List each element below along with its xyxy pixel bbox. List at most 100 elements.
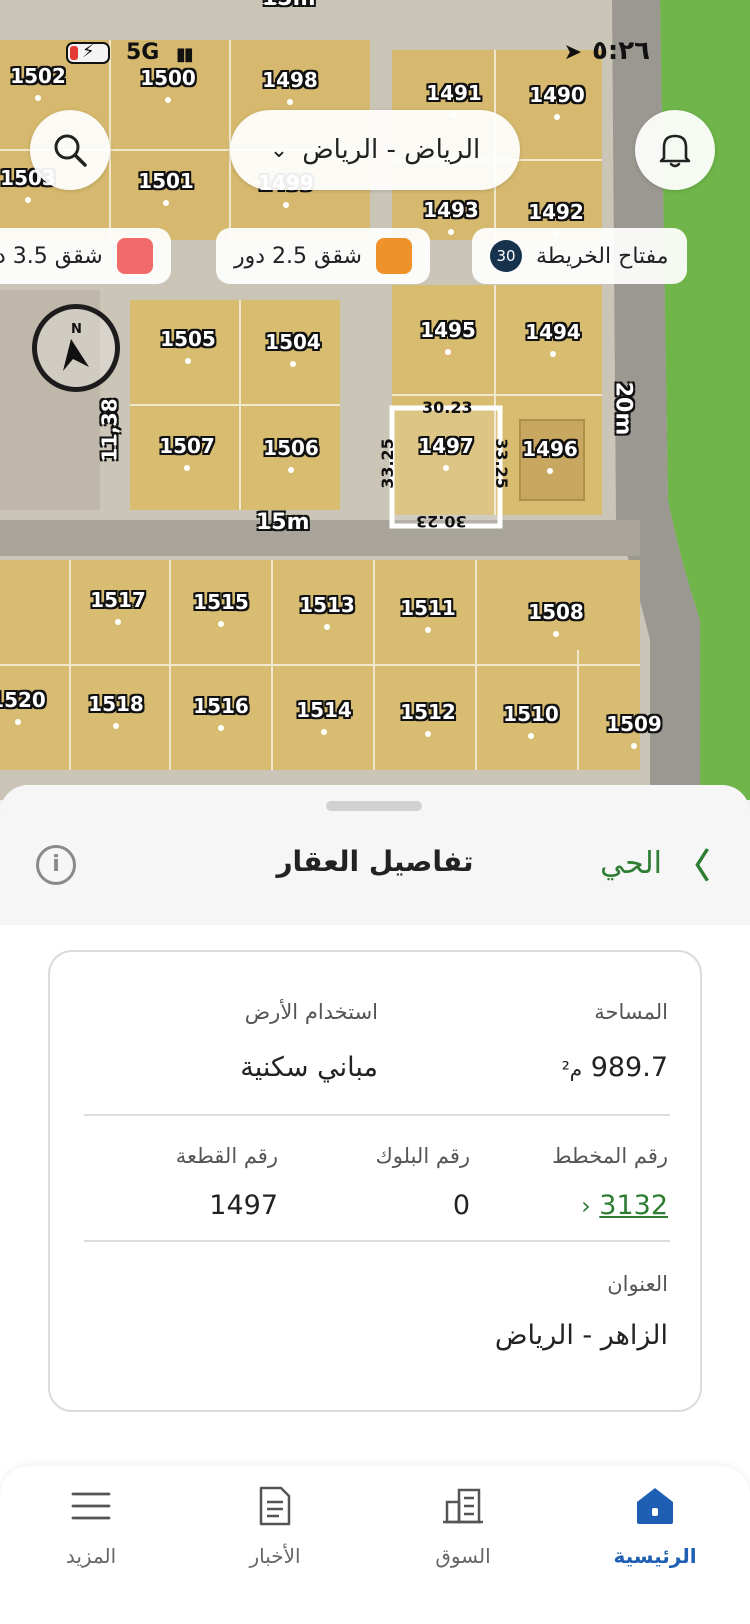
clock: ٥:٢٦	[591, 36, 650, 66]
newspaper-icon	[259, 1486, 291, 1526]
notifications-button[interactable]	[635, 110, 715, 190]
area-label: المساحة	[594, 1000, 668, 1024]
map-key-count-badge: 30	[490, 240, 522, 272]
bell-icon	[659, 134, 691, 168]
nav-market-label: السوق	[435, 1544, 491, 1568]
area-value: 989.7 م²	[561, 1052, 668, 1083]
nav-market[interactable]: السوق	[398, 1476, 528, 1568]
nav-home-label: الرئيسية	[613, 1544, 697, 1568]
address-value: الزاهر - الرياض	[494, 1320, 668, 1351]
plot-number-label[interactable]: 1493	[423, 198, 479, 222]
plot-number-value: 1497	[209, 1190, 278, 1221]
plot-marker-dot	[547, 468, 553, 474]
menu-icon	[71, 1492, 111, 1520]
battery-icon: ⚡	[66, 41, 110, 64]
sheet-header: i تفاصيل العقار 〉 الحي	[0, 825, 750, 920]
plot-marker-dot	[15, 719, 21, 725]
plot-number-label[interactable]: 1506	[263, 436, 319, 460]
plot-number-label[interactable]: 1518	[88, 692, 144, 716]
block-number-label: رقم البلوك	[375, 1144, 470, 1168]
search-button[interactable]	[30, 110, 110, 190]
plot-number-label[interactable]: 1510	[503, 702, 559, 726]
plot-marker-dot	[528, 733, 534, 739]
location-arrow-icon: ➤	[563, 40, 582, 65]
plot-marker-dot	[290, 361, 296, 367]
plot-number-label[interactable]: 1505	[160, 327, 216, 351]
buildings-icon	[443, 1488, 483, 1524]
plot-marker-dot	[287, 99, 293, 105]
sheet-drag-handle[interactable]	[326, 801, 422, 811]
plot-marker-dot	[283, 202, 289, 208]
plot-number-label[interactable]: 1514	[296, 698, 352, 722]
plot-marker-dot	[554, 114, 560, 120]
plot-top-width: 30.23	[422, 398, 473, 417]
legend-label: شقق 2.5 دور	[234, 243, 362, 269]
plot-number-label[interactable]: 1512	[400, 700, 456, 724]
plot-number-label[interactable]: 1507	[159, 434, 215, 458]
compass[interactable]: N	[32, 304, 120, 392]
nav-more[interactable]: المزيد	[26, 1476, 156, 1568]
plot-marker-dot	[631, 743, 637, 749]
home-icon	[637, 1488, 673, 1524]
plot-number-label[interactable]: 1495	[420, 318, 476, 342]
search-icon	[54, 134, 87, 167]
plot-number-label[interactable]: 1520	[0, 688, 46, 712]
legend-swatch-red	[116, 238, 153, 274]
chevron-left-icon: ‹	[581, 1192, 591, 1220]
plot-marker-dot	[163, 200, 169, 206]
plot-number-label[interactable]: 1508	[528, 600, 584, 624]
plot-right-depth: 33.25	[491, 438, 511, 489]
legend-chip-apartments-2-5[interactable]: شقق 2.5 دور	[216, 228, 430, 284]
plot-number-label[interactable]: 1497	[418, 434, 474, 458]
plot-number-label[interactable]: 1516	[193, 694, 249, 718]
plot-marker-dot	[425, 731, 431, 737]
plot-number-label[interactable]: 1494	[525, 320, 581, 344]
address-label: العنوان	[607, 1272, 668, 1296]
plot-marker-dot	[448, 229, 454, 235]
plot-marker-dot	[288, 467, 294, 473]
plot-number-label: رقم القطعة	[175, 1144, 278, 1168]
city-selector-label: الرياض - الرياض	[302, 135, 481, 165]
legend-chip-apartments-3-5[interactable]: شقق 3.5 د	[0, 228, 171, 284]
district-link[interactable]: 〉 الحي	[600, 839, 710, 888]
plot-number-label[interactable]: 1513	[299, 593, 355, 617]
legend-label: شقق 3.5 د	[0, 243, 103, 269]
plot-number-label[interactable]: 1501	[138, 169, 194, 193]
plot-number-label[interactable]: 1496	[522, 437, 578, 461]
plot-marker-dot	[113, 723, 119, 729]
plot-number-label[interactable]: 1492	[528, 200, 584, 224]
plot-marker-dot	[218, 621, 224, 627]
svg-text:N: N	[71, 322, 82, 337]
divider	[84, 1240, 670, 1242]
land-use-label: استخدام الأرض	[244, 1000, 378, 1024]
map-key-chip[interactable]: مفتاح الخريطة 30	[472, 228, 687, 284]
plot-number-label[interactable]: 1511	[400, 596, 456, 620]
plot-number-label[interactable]: 1515	[193, 590, 249, 614]
nav-news[interactable]: الأخبار	[210, 1476, 340, 1568]
map-key-label: مفتاح الخريطة	[536, 243, 669, 269]
plan-number-link[interactable]: 3132 ‹	[581, 1190, 668, 1221]
chevron-left-icon: 〉	[676, 847, 710, 887]
nav-news-label: الأخبار	[249, 1544, 301, 1568]
plot-marker-dot	[425, 627, 431, 633]
city-selector[interactable]: الرياض - الرياض ⌄	[230, 110, 520, 190]
compass-needle-icon: N	[63, 322, 89, 371]
plot-marker-dot	[25, 197, 31, 203]
plot-number-label[interactable]: 1504	[265, 330, 321, 354]
plot-bottom-width: 30.23	[416, 512, 467, 531]
network-type: 5G	[126, 40, 160, 65]
bottom-nav: الرئيسية السوق الأخبار المزيد	[0, 1466, 750, 1624]
plot-marker-dot	[185, 358, 191, 364]
plot-marker-dot	[553, 631, 559, 637]
road-label-bottom: 15m	[256, 510, 310, 535]
property-card: المساحة 989.7 م² استخدام الأرض مباني سكن…	[48, 950, 702, 1412]
divider	[84, 1114, 670, 1116]
plot-marker-dot	[218, 725, 224, 731]
plot-number-label[interactable]: 1509	[606, 712, 662, 736]
road-label-left: 11,38	[97, 398, 122, 462]
plot-marker-dot	[35, 95, 41, 101]
block-number-value: 0	[452, 1190, 470, 1221]
nav-home[interactable]: الرئيسية	[590, 1476, 720, 1568]
plot-number-label[interactable]: 1517	[90, 588, 146, 612]
chevron-down-icon: ⌄	[269, 137, 289, 163]
